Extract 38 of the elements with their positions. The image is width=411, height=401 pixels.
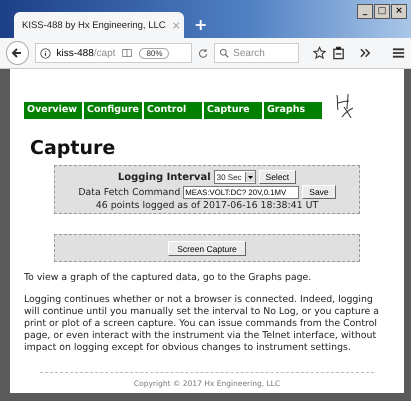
nav-tab[interactable]: Overview xyxy=(24,102,82,119)
logo-icon xyxy=(334,93,356,119)
dropdown-arrow-icon xyxy=(248,176,253,178)
url-text: kiss-488/capt xyxy=(56,48,116,58)
search-field[interactable]: Search xyxy=(214,43,299,63)
nav-tab[interactable]: Capture xyxy=(204,102,262,119)
save-button[interactable]: Save xyxy=(302,185,336,199)
new-tab-button[interactable]: + xyxy=(194,15,208,34)
menu-icon[interactable] xyxy=(392,46,406,60)
back-button[interactable] xyxy=(6,41,29,65)
paragraph: Logging continues whether or not a browser is connected. Indeed, logging will continue until you manually set the interval to No Log, or you capture a print or plot of a screen capture. You can issue commands from the Control page, or even interact with the instrument via the Telnet interface, without impact on logging except for obvious changes to instrument settings. xyxy=(24,294,380,354)
fetch-command-label: Data Fetch Command xyxy=(78,186,180,198)
browser-tab[interactable]: KISS-488 by Hx Engineering, LLC × xyxy=(14,12,184,38)
nav-tab[interactable]: Control xyxy=(144,102,202,119)
chevron-icon[interactable] xyxy=(358,46,372,60)
reader-view-icon[interactable] xyxy=(121,48,134,58)
page-heading: Capture xyxy=(30,137,116,159)
window-control-button[interactable]: _ xyxy=(357,4,373,19)
star-icon[interactable] xyxy=(312,46,326,60)
search-icon xyxy=(219,48,230,58)
paragraph: To view a graph of the captured data, go to the Graphs page. xyxy=(24,272,312,284)
back-arrow-icon xyxy=(11,47,24,59)
screen-capture-button[interactable]: Screen Capture xyxy=(168,241,246,256)
search-placeholder: Search xyxy=(233,48,265,58)
nav-tab[interactable]: Configure xyxy=(84,102,142,119)
address-bar[interactable]: kiss-488/capt 80% xyxy=(34,43,192,63)
tab-title: KISS-488 by Hx Engineering, LLC xyxy=(22,20,166,30)
window-control-button[interactable]: × xyxy=(391,4,407,19)
window-control-button[interactable]: □ xyxy=(374,4,390,19)
clipboard-icon[interactable] xyxy=(332,46,345,60)
zoom-badge[interactable]: 80% xyxy=(139,48,170,58)
interval-dropdown[interactable]: 30 Sec xyxy=(214,170,256,184)
nav-tab[interactable]: Graphs xyxy=(264,102,322,119)
logging-interval-label: Logging Interval xyxy=(118,172,211,182)
reload-icon[interactable] xyxy=(198,48,208,58)
select-button[interactable]: Select xyxy=(258,170,296,184)
logging-status: 46 points logged as of 2017-06-16 18:38:41 UT xyxy=(96,200,318,211)
info-icon xyxy=(40,48,51,58)
